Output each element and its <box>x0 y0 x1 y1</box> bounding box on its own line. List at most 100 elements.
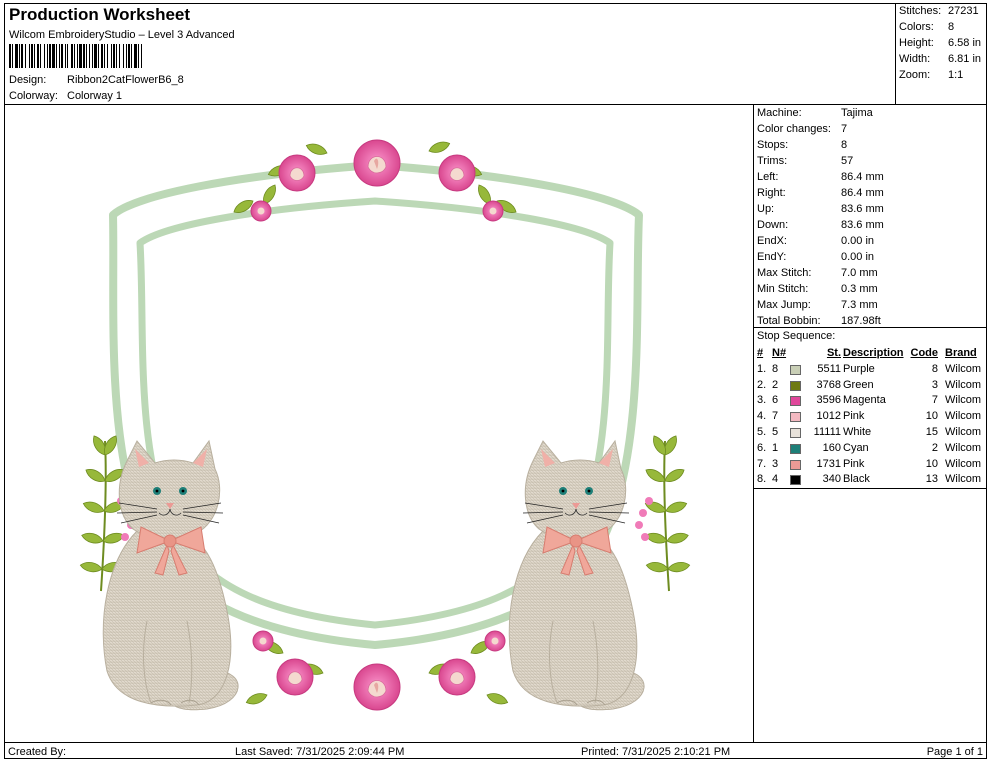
info-value: 7 <box>841 123 848 135</box>
info-label: Right: <box>757 187 786 199</box>
col-index: # <box>757 347 764 359</box>
color-swatch <box>790 364 801 375</box>
info-label: Stops: <box>757 139 789 151</box>
info-row: Min Stitch: 0.3 mm <box>757 283 878 295</box>
row-description: Pink <box>843 457 865 470</box>
summary-value: 6.81 in <box>948 53 982 65</box>
row-index: 8. <box>757 473 767 486</box>
thread-row: 2. 2 3768 Green 3 Wilcom <box>754 378 987 394</box>
summary-label: Stitches: <box>899 5 942 17</box>
barcode-bar <box>142 44 144 68</box>
row-stitches: 11111 <box>813 425 841 438</box>
last-saved: Last Saved: 7/31/2025 2:09:44 PM <box>235 746 405 758</box>
color-swatch <box>790 459 801 470</box>
thread-rows: 1. 8 5511 Purple 8 Wilcom 2. 2 3768 Green 3 Wilcom 3… <box>754 362 987 488</box>
colorway-row: Colorway: Colorway 1 <box>9 90 122 102</box>
info-label: EndX: <box>757 235 787 247</box>
thread-table-header: # N# St. Description Code Brand <box>754 346 987 362</box>
worksheet: Production Worksheet Wilcom EmbroiderySt… <box>4 3 987 759</box>
info-value: 7.3 mm <box>841 299 878 311</box>
row-index: 3. <box>757 394 767 407</box>
row-stitches: 340 <box>822 473 841 486</box>
info-row: Left: 86.4 mm <box>757 171 884 183</box>
row-stitches: 1731 <box>816 457 841 470</box>
info-row: Machine: Tajima <box>757 107 873 119</box>
info-label: Trims: <box>757 155 788 167</box>
col-brand: Brand <box>945 347 977 359</box>
row-needle: 8 <box>772 362 779 375</box>
created-by: Created By: <box>8 746 67 758</box>
summary-value: 6.58 in <box>948 37 982 49</box>
summary-row: Height: 6.58 in <box>899 37 981 49</box>
row-stitches: 3768 <box>816 378 841 391</box>
row-stitches: 5511 <box>817 362 841 375</box>
row-index: 1. <box>757 362 767 375</box>
row-index: 4. <box>757 410 767 423</box>
right-sprig <box>635 434 690 591</box>
info-label: Total Bobbin: <box>757 315 821 327</box>
summary-row: Stitches: 27231 <box>899 5 979 17</box>
info-label: Max Stitch: <box>757 267 812 279</box>
info-label: Down: <box>757 219 789 231</box>
design-label: Design: <box>9 74 47 86</box>
row-needle: 6 <box>772 394 779 407</box>
info-row: Total Bobbin: 187.98ft <box>757 315 881 327</box>
summary-label: Zoom: <box>899 69 931 81</box>
info-row: Stops: 8 <box>757 139 847 151</box>
row-index: 7. <box>757 457 767 470</box>
col-needle: N# <box>772 347 787 359</box>
summary-value: 1:1 <box>948 69 964 81</box>
thread-row: 6. 1 160 Cyan 2 Wilcom <box>754 441 987 457</box>
color-swatch <box>790 412 801 423</box>
row-description: Magenta <box>843 394 886 407</box>
page-title: Production Worksheet <box>9 5 191 24</box>
colorway-label: Colorway: <box>9 90 58 102</box>
row-description: White <box>843 425 872 438</box>
divider <box>754 327 987 328</box>
info-row: Color changes: 7 <box>757 123 847 135</box>
page-number: Page 1 of 1 <box>926 746 983 758</box>
left-cat <box>102 440 239 711</box>
row-brand: Wilcom <box>945 378 982 391</box>
col-code: Code <box>910 347 939 359</box>
info-label: Left: <box>757 171 779 183</box>
summary-value: 27231 <box>948 5 979 17</box>
info-value: 86.4 mm <box>841 171 884 183</box>
row-index: 5. <box>757 425 767 438</box>
info-row: Max Stitch: 7.0 mm <box>757 267 878 279</box>
info-value: 83.6 mm <box>841 203 884 215</box>
row-needle: 5 <box>772 425 779 438</box>
info-value: 0.00 in <box>841 235 875 247</box>
summary-row: Colors: 8 <box>899 21 954 33</box>
row-needle: 1 <box>772 441 779 454</box>
info-label: Min Stitch: <box>757 283 809 295</box>
summary-row: Width: 6.81 in <box>899 53 981 65</box>
thread-row: 7. 3 1731 Pink 10 Wilcom <box>754 457 987 473</box>
row-code: 13 <box>925 473 938 486</box>
info-row: Max Jump: 7.3 mm <box>757 299 878 311</box>
row-brand: Wilcom <box>945 457 982 470</box>
info-value: 0.3 mm <box>841 283 878 295</box>
row-needle: 7 <box>772 410 779 423</box>
row-brand: Wilcom <box>945 362 982 375</box>
row-needle: 2 <box>772 378 779 391</box>
summary-label: Colors: <box>899 21 934 33</box>
summary-row: Zoom: 1:1 <box>899 69 963 81</box>
info-label: EndY: <box>757 251 787 263</box>
divider <box>754 488 987 489</box>
row-brand: Wilcom <box>945 410 982 423</box>
info-panel: Machine: Tajima Color changes: 7 Stops: 8 T… <box>754 105 987 742</box>
thread-row: 1. 8 5511 Purple 8 Wilcom <box>754 362 987 378</box>
printed-date: Printed: 7/31/2025 2:10:21 PM <box>581 746 731 758</box>
color-swatch <box>790 427 801 438</box>
row-description: Green <box>843 378 874 391</box>
row-stitches: 160 <box>822 441 841 454</box>
row-code: 10 <box>925 457 938 470</box>
embroidery-design-image <box>5 138 753 711</box>
stop-sequence-title: Stop Sequence: <box>757 330 836 342</box>
row-code: 2 <box>931 441 938 454</box>
row-brand: Wilcom <box>945 473 982 486</box>
info-row: EndX: 0.00 in <box>757 235 874 247</box>
row-code: 3 <box>931 378 938 391</box>
info-label: Machine: <box>757 107 802 119</box>
